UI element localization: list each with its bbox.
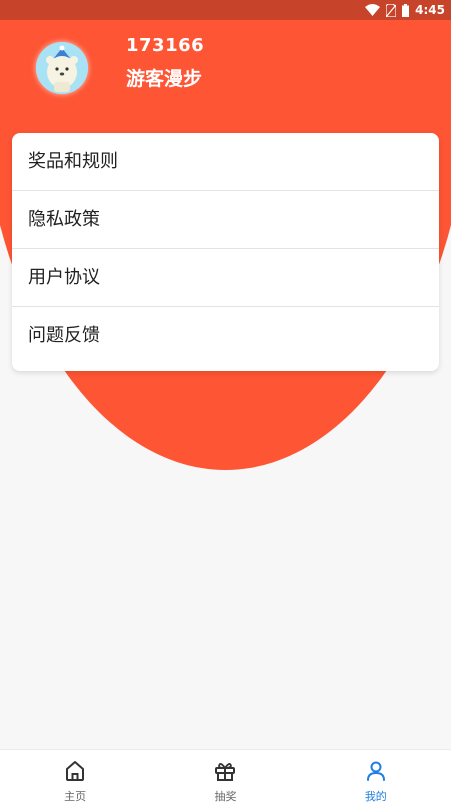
avatar[interactable] bbox=[36, 42, 88, 94]
clock-time: 4:45 bbox=[415, 3, 445, 17]
user-nickname: 游客漫步 bbox=[126, 68, 203, 90]
menu-item-feedback[interactable]: 问题反馈 bbox=[12, 307, 439, 364]
menu-card: 奖品和规则 隐私政策 用户协议 问题反馈 bbox=[12, 133, 439, 371]
menu-item-prizes-rules[interactable]: 奖品和规则 bbox=[12, 133, 439, 191]
menu-item-user-agreement[interactable]: 用户协议 bbox=[12, 249, 439, 307]
no-sim-icon bbox=[386, 3, 397, 17]
tab-lottery-label: 抽奖 bbox=[214, 790, 237, 803]
bottom-tab-bar: 主页 抽奖 我的 bbox=[0, 749, 451, 804]
home-icon bbox=[64, 760, 86, 786]
gift-icon bbox=[214, 760, 236, 786]
tab-home-label: 主页 bbox=[64, 790, 87, 803]
bear-avatar-icon bbox=[36, 42, 88, 94]
tab-mine[interactable]: 我的 bbox=[301, 750, 451, 804]
menu-item-privacy-policy[interactable]: 隐私政策 bbox=[12, 191, 439, 249]
user-id: 173166 bbox=[126, 35, 205, 56]
wifi-icon bbox=[365, 4, 381, 16]
person-icon bbox=[365, 760, 387, 786]
battery-icon bbox=[402, 3, 410, 17]
tab-home[interactable]: 主页 bbox=[0, 750, 150, 804]
status-bar: 4:45 bbox=[0, 0, 451, 20]
tab-lottery[interactable]: 抽奖 bbox=[150, 750, 300, 804]
tab-mine-label: 我的 bbox=[364, 790, 387, 803]
